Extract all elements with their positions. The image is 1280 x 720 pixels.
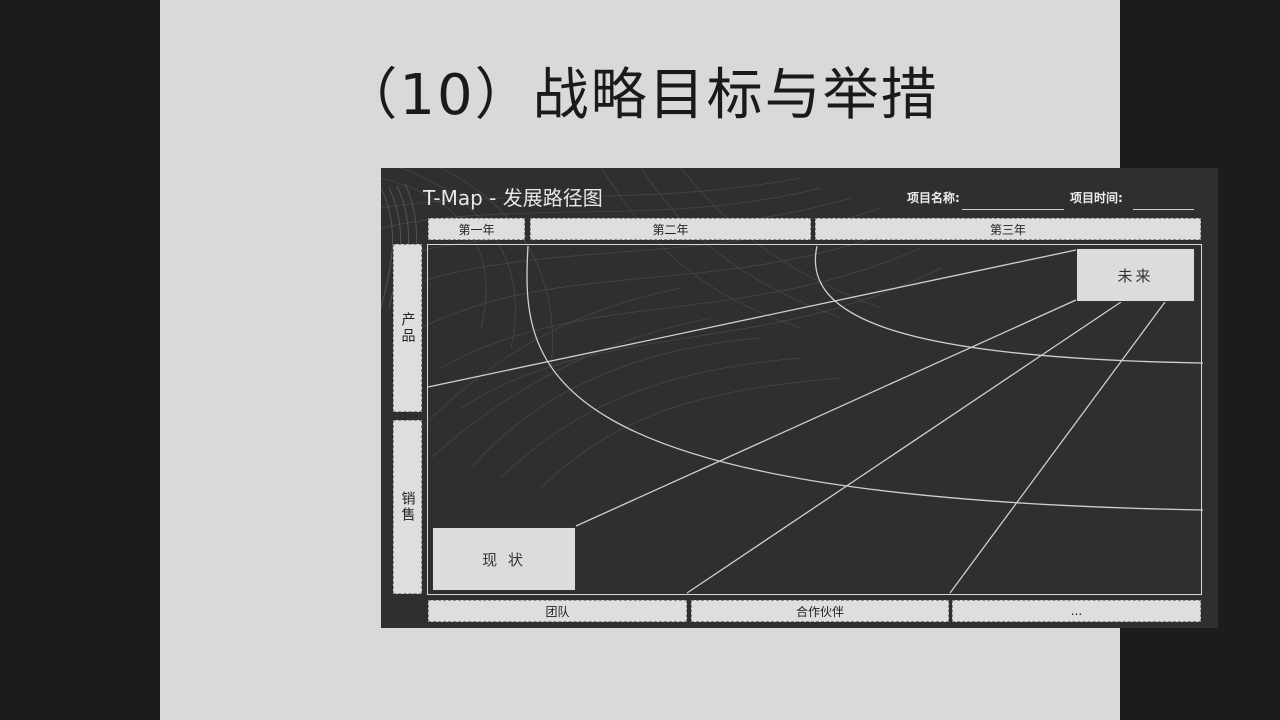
path-line-2: [575, 299, 1077, 527]
current-state-box: 现 状: [432, 527, 576, 591]
slide: （10）战略目标与举措 T-Map - 发展路径图 项目名称: 项目时间: 第一…: [160, 0, 1218, 720]
tmap-panel: T-Map - 发展路径图 项目名称: 项目时间: 第一年 第二年 第三年 产品…: [381, 168, 1218, 628]
footer-more: ...: [952, 600, 1201, 622]
footer-team: 团队: [428, 600, 687, 622]
footer-partners: 合作伙伴: [691, 600, 949, 622]
path-line-4: [949, 301, 1166, 594]
future-box: 未来: [1076, 248, 1195, 302]
slide-title: （10）战略目标与举措: [341, 63, 939, 128]
path-line-3: [686, 301, 1122, 594]
path-line-1: [427, 249, 1077, 388]
